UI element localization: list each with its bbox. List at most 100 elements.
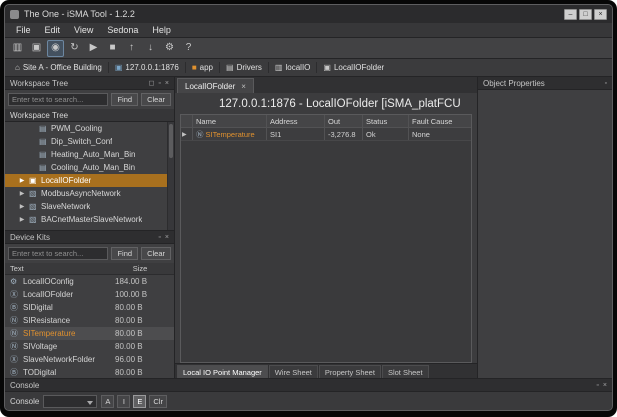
tab-wire-sheet[interactable]: Wire Sheet bbox=[269, 365, 318, 378]
help-icon[interactable]: ? bbox=[180, 40, 197, 57]
workspace-search-input[interactable] bbox=[8, 93, 108, 106]
kit-item[interactable]: Ⓝ SIResistance 80.00 B bbox=[5, 314, 174, 327]
kit-item[interactable]: ⚙ LocalIOConfig 184.00 B bbox=[5, 275, 174, 288]
document-body: 127.0.0.1:1876 - LocalIOFolder [iSMA_pla… bbox=[175, 93, 477, 378]
crumb-device[interactable]: ▣ 127.0.0.1:1876 bbox=[108, 62, 185, 73]
maximize-button[interactable]: □ bbox=[579, 9, 592, 20]
point-icon: Ⓝ bbox=[196, 129, 204, 140]
pin-icon[interactable]: ▫ bbox=[596, 382, 598, 389]
console-filter-select[interactable] bbox=[43, 395, 97, 408]
kit-item[interactable]: Ⓝ SITemperature 80.00 B bbox=[5, 327, 174, 340]
kit-item[interactable]: Ⓝ SIVoltage 80.00 B bbox=[5, 340, 174, 353]
pin-icon[interactable]: ▫ bbox=[158, 80, 160, 87]
tree-item[interactable]: ▤ PWM_Cooling bbox=[5, 122, 167, 135]
tree-item[interactable]: ▶ ▧ ModbusAsyncNetwork bbox=[5, 187, 167, 200]
tab-property-sheet[interactable]: Property Sheet bbox=[319, 365, 381, 378]
float-icon[interactable]: ◻ bbox=[149, 80, 155, 87]
device-kits-clear-button[interactable]: Clear bbox=[141, 247, 171, 260]
tree-scrollbar-thumb[interactable] bbox=[169, 124, 173, 158]
device-kits-search-input[interactable] bbox=[8, 247, 108, 260]
panel-header-icons: ▫ bbox=[605, 80, 607, 87]
pin-icon[interactable]: ▫ bbox=[158, 234, 160, 241]
crumb-localio[interactable]: ▥ localIO bbox=[268, 62, 316, 73]
workspace-icon[interactable]: ▣ bbox=[28, 40, 45, 57]
kit-col-text[interactable]: Text bbox=[10, 264, 111, 273]
tree-indent bbox=[5, 128, 25, 129]
expand-arrow-icon[interactable]: ▶ bbox=[18, 203, 26, 210]
object-properties-body bbox=[478, 90, 612, 378]
close-button[interactable]: × bbox=[594, 9, 607, 20]
tree-item[interactable]: ▶ ▣ LocalIOFolder bbox=[5, 174, 167, 187]
console-clear-button[interactable]: Clr bbox=[149, 395, 167, 408]
tree-item-label: LocalIOFolder bbox=[41, 176, 91, 185]
kit-name: SIResistance bbox=[23, 316, 70, 325]
start-icon[interactable]: ▶ bbox=[85, 40, 102, 57]
upload-icon[interactable]: ↑ bbox=[123, 40, 140, 57]
device-kits-panel: Device Kits ▫× Find Clear Text Size bbox=[5, 230, 174, 378]
tab-close-icon[interactable]: × bbox=[241, 82, 246, 91]
tree-item[interactable]: ▤ Cooling_Auto_Man_Bin bbox=[5, 161, 167, 174]
connect-icon[interactable]: ◉ bbox=[47, 40, 64, 57]
refresh-icon[interactable]: ↻ bbox=[66, 40, 83, 57]
kit-item[interactable]: Ⓧ SlaveNetworkFolder 96.00 B bbox=[5, 353, 174, 366]
tree-item-label: BACnetMasterSlaveNetwork bbox=[41, 215, 142, 224]
devices-icon[interactable]: ▥ bbox=[9, 40, 26, 57]
menu-file[interactable]: File bbox=[9, 24, 38, 36]
tree-scrollbar[interactable] bbox=[167, 122, 174, 230]
tree-item[interactable]: ▤ Dip_Switch_Conf bbox=[5, 135, 167, 148]
crumb-app[interactable]: ■ app bbox=[185, 62, 219, 73]
column-header[interactable]: Out bbox=[325, 115, 363, 127]
pin-icon[interactable]: ▫ bbox=[605, 80, 607, 87]
column-header[interactable]: Address bbox=[267, 115, 325, 127]
expand-arrow-icon[interactable]: ▶ bbox=[18, 190, 26, 197]
tab-local-io-point-manager[interactable]: Local IO Point Manager bbox=[177, 365, 268, 378]
crumb-drivers[interactable]: ▤ Drivers bbox=[219, 62, 268, 73]
kit-col-size[interactable]: Size bbox=[111, 264, 169, 273]
expand-arrow-icon[interactable]: ▶ bbox=[18, 177, 26, 184]
crumb-site[interactable]: ⌂ Site A - Office Building bbox=[9, 62, 108, 73]
settings-icon[interactable]: ⚙ bbox=[161, 40, 178, 57]
device-kits-find-button[interactable]: Find bbox=[111, 247, 138, 260]
tree-indent bbox=[5, 219, 15, 220]
menu-sedona[interactable]: Sedona bbox=[100, 24, 145, 36]
stop-icon[interactable]: ■ bbox=[104, 40, 121, 57]
kit-item[interactable]: Ⓧ LocalIOFolder 100.00 B bbox=[5, 288, 174, 301]
kit-item[interactable]: Ⓑ SIDigital 80.00 B bbox=[5, 301, 174, 314]
kit-size: 80.00 B bbox=[115, 329, 169, 338]
workspace-tree-header: Workspace Tree ◻▫× bbox=[5, 77, 174, 90]
crumb-label: 127.0.0.1:1876 bbox=[125, 63, 178, 72]
kit-icon: Ⓑ bbox=[10, 369, 19, 377]
menu-help[interactable]: Help bbox=[145, 24, 178, 36]
tree-item[interactable]: ▶ ▧ SlaveNetwork bbox=[5, 200, 167, 213]
tree-item[interactable]: ▤ Heating_Auto_Man_Bin bbox=[5, 148, 167, 161]
kit-item[interactable]: Ⓑ TODigital 80.00 B bbox=[5, 366, 174, 378]
workspace-clear-button[interactable]: Clear bbox=[141, 93, 171, 106]
kit-name: SlaveNetworkFolder bbox=[23, 355, 95, 364]
tab-localiofolder[interactable]: LocalIOFolder × bbox=[177, 78, 254, 93]
expand-arrow-icon[interactable]: ▶ bbox=[18, 216, 26, 223]
menu-edit[interactable]: Edit bbox=[38, 24, 68, 36]
menu-view[interactable]: View bbox=[67, 24, 100, 36]
workspace-tree-subtitle: Workspace Tree bbox=[5, 109, 174, 122]
crumb-localiofolder[interactable]: ▣ LocalIOFolder bbox=[316, 62, 390, 73]
row-expander-icon[interactable]: ▶ bbox=[182, 131, 187, 138]
console-filter-all[interactable]: A bbox=[101, 395, 114, 408]
close-icon[interactable]: × bbox=[165, 80, 169, 87]
close-icon[interactable]: × bbox=[165, 234, 169, 241]
view-tabs: Local IO Point ManagerWire SheetProperty… bbox=[175, 363, 477, 378]
minimize-button[interactable]: – bbox=[564, 9, 577, 20]
tree-item[interactable]: ▶ ▧ BACnetMasterSlaveNetwork bbox=[5, 213, 167, 226]
download-icon[interactable]: ↓ bbox=[142, 40, 159, 57]
column-header[interactable]: Status bbox=[363, 115, 409, 127]
workspace-find-button[interactable]: Find bbox=[111, 93, 138, 106]
close-icon[interactable]: × bbox=[603, 382, 607, 389]
console-filter-info[interactable]: I bbox=[117, 395, 130, 408]
column-header[interactable]: Name bbox=[193, 115, 267, 127]
kit-icon: ⚙ bbox=[10, 278, 19, 286]
crumb-label: app bbox=[200, 63, 213, 72]
column-header[interactable]: Fault Cause bbox=[409, 115, 471, 127]
table-row[interactable]: ▶ ⓃSITemperature SI1 -3,276.8 Ok None bbox=[181, 128, 471, 141]
tab-slot-sheet[interactable]: Slot Sheet bbox=[382, 365, 429, 378]
panel-header-icons: ◻▫ × bbox=[149, 80, 169, 87]
console-filter-error[interactable]: E bbox=[133, 395, 146, 408]
